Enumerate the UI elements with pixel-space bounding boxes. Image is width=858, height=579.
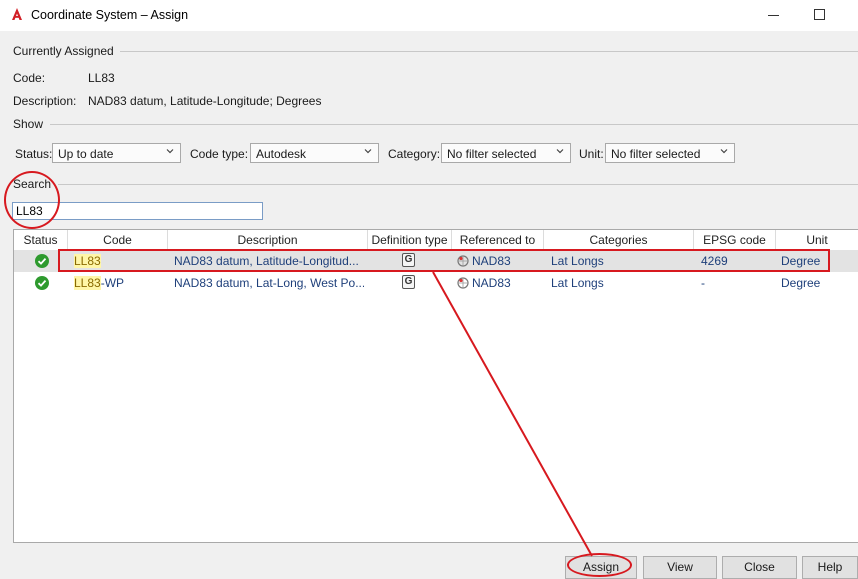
code-type-filter-label: Code type: bbox=[190, 147, 249, 161]
code-cell: LL83 bbox=[74, 254, 101, 268]
column-header-status[interactable]: Status bbox=[14, 230, 68, 250]
category-filter-value: No filter selected bbox=[447, 147, 537, 161]
description-value: NAD83 datum, Latitude-Longitude; Degrees bbox=[88, 94, 322, 108]
chevron-down-icon bbox=[364, 149, 372, 154]
column-header-unit[interactable]: Unit bbox=[776, 230, 858, 250]
chevron-down-icon bbox=[556, 149, 564, 154]
search-heading: Search bbox=[13, 177, 52, 191]
category-cell: Lat Longs bbox=[551, 276, 604, 290]
unit-cell: Degree bbox=[781, 254, 821, 268]
geographic-definition-icon: G bbox=[402, 253, 415, 267]
description-cell: NAD83 datum, Latitude-Longitud... bbox=[174, 254, 359, 268]
chevron-down-icon bbox=[720, 149, 728, 154]
unit-filter-label: Unit: bbox=[579, 147, 604, 161]
table-row[interactable]: LL83 NAD83 datum, Latitude-Longitud... G… bbox=[14, 250, 858, 272]
maximize-button[interactable] bbox=[814, 9, 825, 20]
status-filter-value: Up to date bbox=[58, 147, 114, 161]
up-to-date-status-icon bbox=[35, 276, 49, 290]
epsg-cell: - bbox=[701, 276, 705, 290]
datum-icon bbox=[457, 255, 469, 267]
description-cell: NAD83 datum, Lat-Long, West Po... bbox=[174, 276, 364, 290]
category-filter-select[interactable]: No filter selected bbox=[441, 143, 571, 163]
status-filter-label: Status: bbox=[15, 147, 53, 161]
referenced-to-cell: NAD83 bbox=[472, 254, 511, 268]
show-heading: Show bbox=[13, 117, 44, 131]
category-cell: Lat Longs bbox=[551, 254, 604, 268]
geographic-definition-icon: G bbox=[402, 275, 415, 289]
autocad-logo-icon bbox=[12, 8, 22, 20]
code-label: Code: bbox=[13, 71, 46, 85]
epsg-cell: 4269 bbox=[701, 254, 728, 268]
column-header-epsg-code[interactable]: EPSG code bbox=[694, 230, 776, 250]
code-type-filter-value: Autodesk bbox=[256, 147, 307, 161]
section-divider bbox=[120, 51, 858, 52]
up-to-date-status-icon bbox=[35, 254, 49, 268]
minimize-button[interactable] bbox=[768, 15, 779, 16]
section-divider bbox=[58, 184, 858, 185]
column-header-referenced-to[interactable]: Referenced to bbox=[452, 230, 544, 250]
section-divider bbox=[50, 124, 858, 125]
column-header-code[interactable]: Code bbox=[68, 230, 168, 250]
datum-icon bbox=[457, 277, 469, 289]
code-type-filter-select[interactable]: Autodesk bbox=[250, 143, 379, 163]
code-value: LL83 bbox=[88, 71, 115, 85]
unit-cell: Degree bbox=[781, 276, 821, 290]
coordinate-system-table[interactable]: Status Code Description Definition type … bbox=[13, 229, 858, 543]
unit-filter-value: No filter selected bbox=[611, 147, 701, 161]
search-input[interactable] bbox=[12, 202, 263, 220]
unit-filter-select[interactable]: No filter selected bbox=[605, 143, 735, 163]
column-header-categories[interactable]: Categories bbox=[544, 230, 694, 250]
table-row[interactable]: LL83-WP NAD83 datum, Lat-Long, West Po..… bbox=[14, 272, 858, 294]
chevron-down-icon bbox=[166, 149, 174, 154]
window-title: Coordinate System – Assign bbox=[31, 8, 189, 22]
description-label: Description: bbox=[13, 94, 77, 108]
currently-assigned-heading: Currently Assigned bbox=[13, 44, 114, 58]
column-header-definition-type[interactable]: Definition type bbox=[368, 230, 452, 250]
code-cell: LL83-WP bbox=[74, 276, 125, 290]
referenced-to-cell: NAD83 bbox=[472, 276, 511, 290]
column-header-description[interactable]: Description bbox=[168, 230, 368, 250]
status-filter-select[interactable]: Up to date bbox=[52, 143, 181, 163]
category-filter-label: Category: bbox=[388, 147, 441, 161]
